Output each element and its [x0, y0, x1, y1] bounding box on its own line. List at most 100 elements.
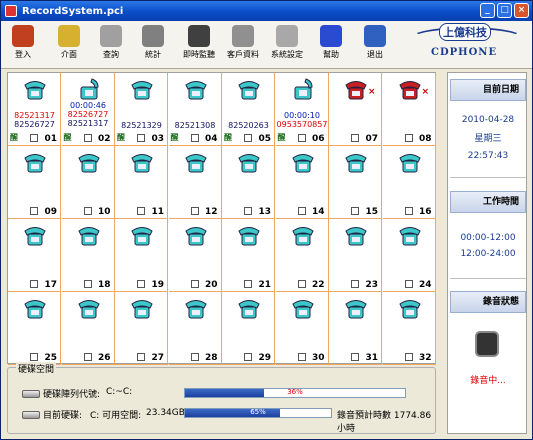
line-checkbox[interactable]	[244, 134, 252, 142]
line-cell[interactable]: 27	[115, 292, 168, 365]
minimize-button[interactable]: _	[480, 3, 495, 18]
line-checkbox[interactable]	[83, 207, 92, 215]
phone-icon	[23, 296, 47, 320]
line-cell[interactable]: 31	[329, 292, 382, 365]
line-info-text: 82526727	[14, 120, 55, 129]
phone-icon	[130, 296, 154, 320]
line-checkbox[interactable]	[297, 280, 306, 288]
line-number: 04	[204, 134, 218, 144]
line-cell[interactable]: 18	[61, 219, 115, 292]
title-bar[interactable]: RecordSystem.pci _ □ ×	[1, 1, 532, 21]
line-checkbox[interactable]	[137, 207, 145, 215]
line-cell[interactable]: 11	[115, 146, 168, 219]
line-checkbox[interactable]	[83, 353, 92, 361]
line-checkbox[interactable]	[351, 280, 359, 288]
line-cell[interactable]: 19	[115, 219, 168, 292]
line-checkbox[interactable]	[297, 207, 306, 215]
phone-icon	[344, 223, 368, 247]
line-cell[interactable]: 25	[8, 292, 61, 365]
line-cell[interactable]: 17	[8, 219, 61, 292]
line-info-text: 82521317	[67, 119, 109, 128]
line-cell[interactable]: 22	[275, 219, 329, 292]
line-cell[interactable]: 20	[168, 219, 222, 292]
maximize-button[interactable]: □	[497, 3, 512, 18]
line-cell[interactable]: 00:00:46 82526727 82521317 醒 02	[61, 73, 115, 146]
customers-icon	[232, 25, 254, 47]
record-status-header: 錄音狀態	[450, 291, 526, 313]
toolbar-button-8[interactable]: 幫助	[313, 25, 349, 60]
line-checkbox[interactable]	[83, 280, 92, 288]
line-checkbox[interactable]	[351, 134, 359, 142]
line-checkbox[interactable]	[190, 280, 199, 288]
line-cell[interactable]: 21	[222, 219, 275, 292]
line-checkbox[interactable]	[190, 353, 199, 361]
line-cell[interactable]: 12	[168, 146, 222, 219]
line-number: 17	[44, 280, 57, 290]
line-number: 01	[44, 134, 57, 144]
line-cell[interactable]: × 07	[329, 73, 382, 146]
close-button[interactable]: ×	[514, 3, 529, 18]
toolbar-label: 退出	[367, 50, 383, 59]
side-panel: 目前日期 2010-04-28 星期三 22:57:43 工作時間 00:00-…	[447, 72, 527, 434]
line-cell[interactable]: 82521329 醒 03	[115, 73, 168, 146]
phone-icon	[23, 223, 47, 247]
line-cell[interactable]: 32	[382, 292, 436, 365]
toolbar-button-6[interactable]: 客戶資料	[225, 25, 261, 60]
toolbar-button-3[interactable]: 查詢	[93, 25, 129, 60]
line-number: 05	[258, 134, 271, 144]
line-cell[interactable]: 09	[8, 146, 61, 219]
line-checkbox[interactable]	[137, 353, 145, 361]
line-cell[interactable]: 16	[382, 146, 436, 219]
line-checkbox[interactable]	[404, 207, 413, 215]
line-cell[interactable]: 82521317 82526727 醒 01	[8, 73, 61, 146]
line-cell[interactable]: 82520263 醒 05	[222, 73, 275, 146]
line-status: 醒	[277, 133, 286, 142]
line-cell[interactable]: 82521308 醒 04	[168, 73, 222, 146]
line-checkbox[interactable]	[244, 207, 252, 215]
line-number: 21	[258, 280, 271, 290]
toolbar-button-9[interactable]: 退出	[357, 25, 393, 60]
line-cell[interactable]: 10	[61, 146, 115, 219]
line-checkbox[interactable]	[30, 280, 38, 288]
line-info-text: 82526727	[67, 110, 109, 119]
line-checkbox[interactable]	[351, 353, 359, 361]
line-checkbox[interactable]	[404, 134, 413, 142]
line-checkbox[interactable]	[404, 280, 413, 288]
phone-icon	[237, 296, 261, 320]
line-checkbox[interactable]	[297, 134, 306, 142]
line-cell[interactable]: 26	[61, 292, 115, 365]
line-cell[interactable]: 30	[275, 292, 329, 365]
line-checkbox[interactable]	[297, 353, 306, 361]
line-cell[interactable]: × 08	[382, 73, 436, 146]
current-weekday: 星期三	[474, 134, 502, 144]
toolbar-button-1[interactable]: 登入	[5, 25, 41, 60]
line-cell[interactable]: 15	[329, 146, 382, 219]
toolbar-button-4[interactable]: 統計	[135, 25, 171, 60]
line-cell[interactable]: 23	[329, 219, 382, 292]
line-checkbox[interactable]	[190, 134, 199, 142]
line-checkbox[interactable]	[30, 134, 38, 142]
toolbar-button-2[interactable]: 介面	[51, 25, 87, 60]
phone-icon	[130, 150, 154, 174]
line-checkbox[interactable]	[137, 134, 145, 142]
phone-offhook-icon	[77, 77, 101, 101]
line-cell[interactable]: 00:00:10 0953570857 醒 06	[275, 73, 329, 146]
line-checkbox[interactable]	[30, 207, 38, 215]
line-checkbox[interactable]	[244, 280, 252, 288]
line-checkbox[interactable]	[244, 353, 252, 361]
line-checkbox[interactable]	[190, 207, 199, 215]
line-checkbox[interactable]	[30, 353, 38, 361]
line-cell[interactable]: 14	[275, 146, 329, 219]
line-cell[interactable]: 28	[168, 292, 222, 365]
toolbar-button-5[interactable]: 即時監聽	[181, 25, 217, 60]
line-cell[interactable]: 24	[382, 219, 436, 292]
line-checkbox[interactable]	[137, 280, 145, 288]
line-checkbox[interactable]	[351, 207, 359, 215]
line-checkbox[interactable]	[404, 353, 413, 361]
toolbar-button-7[interactable]: 系統設定	[269, 25, 305, 60]
phone-icon	[77, 296, 101, 320]
phone-error-icon	[398, 77, 422, 101]
line-cell[interactable]: 29	[222, 292, 275, 365]
line-cell[interactable]: 13	[222, 146, 275, 219]
line-checkbox[interactable]	[83, 134, 92, 142]
